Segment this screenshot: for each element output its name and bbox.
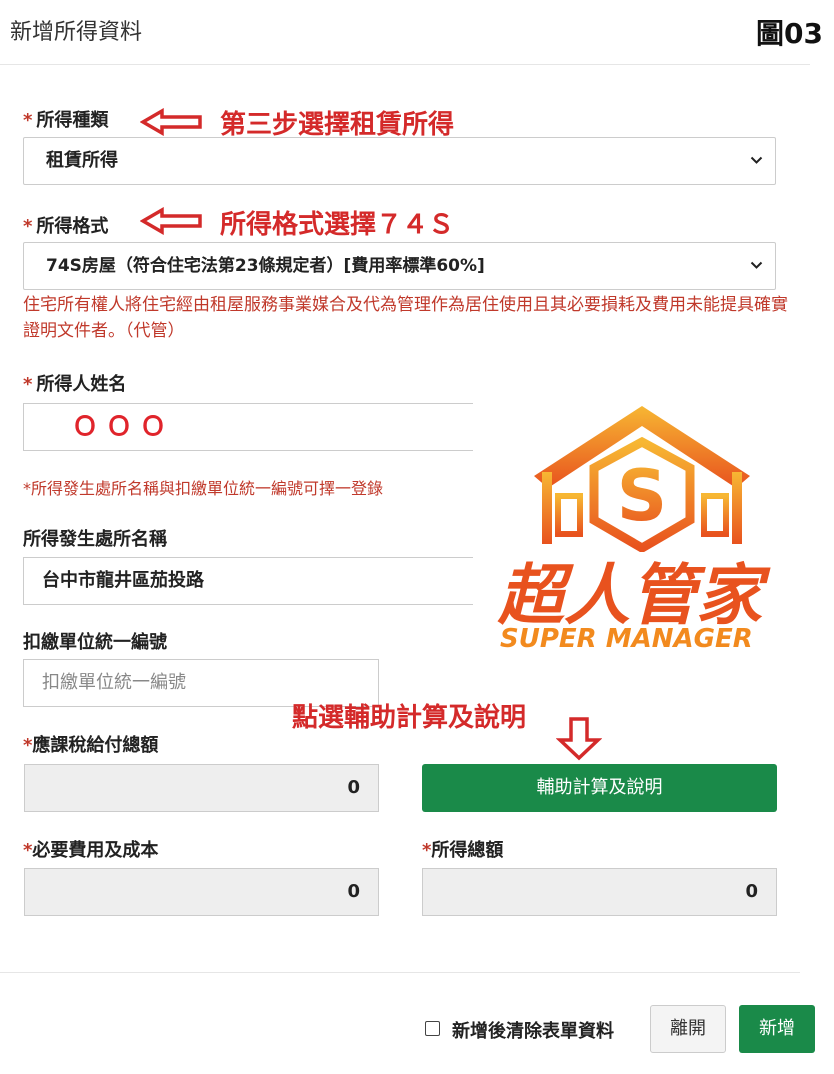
logo-text-en: SUPER MANAGER [500,624,753,654]
figure-number: 圖03 [756,17,823,50]
clear-form-checkbox-label[interactable]: 新增後清除表單資料 [452,1017,614,1043]
payer-name-label: 所得發生處所名稱 [23,529,167,550]
total-income-label: *所得總額 [422,840,504,861]
gross-payment-field: 0 [24,764,379,812]
payee-name-input[interactable]: ＯＯＯ [23,403,473,451]
total-income-field: 0 [422,868,777,916]
chevron-down-icon [750,261,763,269]
house-logo-icon: S [534,406,750,554]
down-arrow-icon [556,717,602,761]
add-button[interactable]: 新增 [739,1005,815,1053]
assist-calc-button[interactable]: 輔助計算及說明 [422,764,777,812]
dialog-title: 新增所得資料 [10,20,143,45]
gross-payment-label: *應課稅給付總額 [23,735,159,756]
super-manager-logo: S 超人管家 SUPER MANAGER [494,402,790,662]
income-type-label: * 所得種類 [23,110,109,131]
income-format-select[interactable]: 74S房屋（符合住宅法第23條規定者）[費用率標準60%] [23,242,776,290]
payer-id-label: 扣繳單位統一編號 [23,632,167,653]
income-type-select[interactable]: 租賃所得 [23,137,776,185]
payer-name-input[interactable]: 台中市龍井區茄投路 [23,557,473,605]
chevron-down-icon [750,156,763,164]
annotation-click-hint: 點選輔助計算及說明 [292,703,527,733]
annotation-step3: 第三步選擇租賃所得 [220,110,455,140]
footer-divider [0,972,800,973]
income-format-label: * 所得格式 [23,216,109,237]
left-arrow-icon [140,108,202,136]
payee-name-value: ＯＯＯ [72,412,175,442]
left-arrow-icon [140,207,202,235]
source-note: *所得發生處所名稱與扣繳單位統一編號可擇一登錄 [23,479,384,498]
header-divider [0,64,810,65]
leave-button[interactable]: 離開 [650,1005,726,1053]
svg-text:S: S [617,455,667,537]
expenses-field: 0 [24,868,379,916]
clear-form-checkbox[interactable] [425,1021,440,1036]
annotation-format-hint: 所得格式選擇７４Ｓ [220,210,455,240]
payee-name-label: * 所得人姓名 [23,374,127,395]
expenses-label: *必要費用及成本 [23,840,159,861]
format-description: 住宅所有權人將住宅經由租屋服務事業媒合及代為管理作為居住使用且其必要損耗及費用未… [23,295,788,341]
